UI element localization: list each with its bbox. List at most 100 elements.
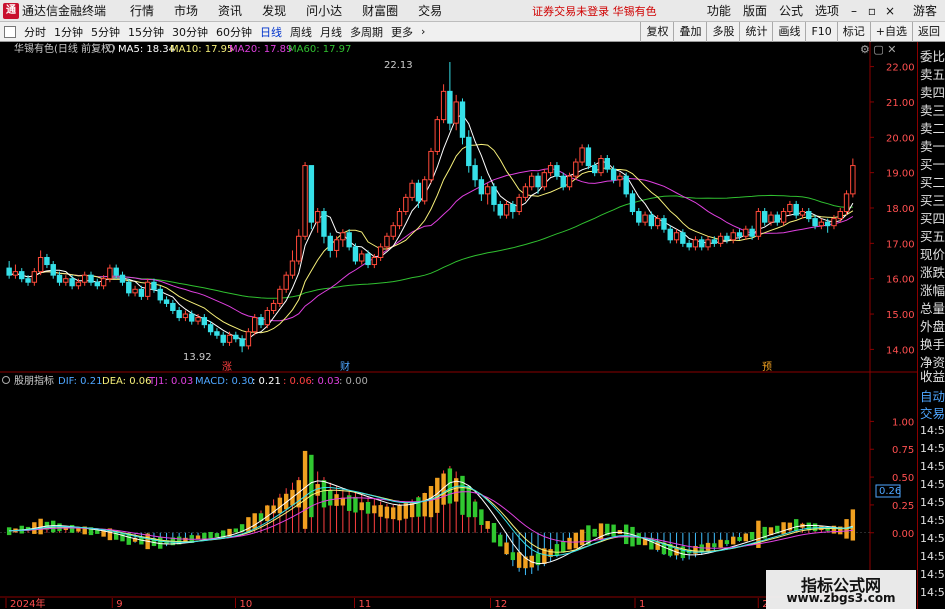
panel-options-icon[interactable]: ⚙ ▢ ✕ [860,43,896,56]
side-label: 卖一 [920,139,945,154]
period-1min[interactable]: 1分钟 [50,24,87,40]
stock-title: 华锡有色(日线 前复权) [14,42,115,55]
tool-stats[interactable]: 统计 [739,21,772,42]
tool-multi-stock[interactable]: 多股 [706,21,739,42]
ma20-line [8,168,854,322]
candle-body [774,214,780,223]
indicator-candle [623,524,629,545]
period-tick[interactable]: 分时 [20,24,50,40]
candle-body [75,281,82,287]
tool-draw[interactable]: 画线 [772,21,805,42]
indicator-candle [397,504,402,521]
candle-body [352,246,359,262]
menu-trade[interactable]: 交易 [408,2,452,19]
candle-body [812,218,818,227]
menu-discover[interactable]: 发现 [252,2,296,19]
period-multi[interactable]: 多周期 [346,24,387,40]
side-label: 涨幅 [920,283,945,298]
candle-body [270,302,277,312]
period-more[interactable]: 更多 [387,24,417,40]
event-tag-finance[interactable]: 财 [340,360,350,373]
event-tag-limit-up[interactable]: 涨 [222,361,232,373]
candle-body [107,267,113,280]
menu-options[interactable]: 选项 [809,2,845,19]
indicator-candle [265,505,270,522]
ma20-label: MA20: 17.89 [229,44,292,55]
candle-body [277,288,283,304]
tool-mark[interactable]: 标记 [836,21,870,42]
indicator-candle [302,450,308,529]
main-annotations: 22.13 13.92 涨 财 预 [183,60,772,373]
candle-body [157,288,163,301]
menu-news[interactable]: 资讯 [208,2,252,19]
macd-label: MACD: 0.30 [195,376,254,387]
toolbar-checkbox[interactable] [4,25,16,38]
tool-add-watchlist[interactable]: +自选 [869,21,912,42]
period-60min[interactable]: 60分钟 [212,24,256,40]
date-tick-label: 12 [495,599,508,609]
trade-label[interactable]: 交易 [920,403,945,422]
guest-user[interactable]: 游客 [899,2,945,19]
indicator-candle [611,524,616,537]
indicator-candle [491,523,497,543]
candle-body [491,186,497,205]
period-15min[interactable]: 15分钟 [124,24,168,40]
minimize-icon[interactable]: – [845,4,863,18]
candle-body [497,203,503,216]
candle-body [730,232,736,241]
tool-back[interactable]: 返回 [912,21,945,42]
indicator-candle [428,485,434,518]
indicator-candle [718,539,723,548]
period-30min[interactable]: 30分钟 [168,24,212,40]
candle-body [799,211,806,216]
indicator-candle [384,506,390,519]
period-daily[interactable]: 日线 [256,24,286,40]
period-5min[interactable]: 5分钟 [87,24,124,40]
candle-body [214,331,220,336]
event-tag-forecast[interactable]: 预 [762,361,772,373]
candle-body [138,288,145,297]
tool-f10[interactable]: F10 [805,21,836,42]
indicator-header: 股朋指标 DIF: 0.21 DEA: 0.06 TJ1: 0.03 MACD:… [2,374,368,387]
indicator-gear-icon[interactable] [2,376,10,384]
candle-body [170,302,176,312]
candle-body [686,242,692,248]
side-label: 总量 [920,301,945,316]
menu-wealth[interactable]: 财富圈 [352,2,408,19]
date-tick-label: 9 [116,599,122,609]
indicator-candle [321,480,327,508]
candle-body [459,101,466,138]
indicator-candle [359,502,364,511]
period-monthly[interactable]: 月线 [316,24,346,40]
menu-quotes[interactable]: 行情 [120,2,164,19]
chart-area[interactable]: 华锡有色(日线 前复权) MA5: 18.34 MA10: 17.95 MA20… [0,42,917,609]
indicator-candle [485,521,490,529]
close-icon[interactable]: × [881,4,899,18]
tool-overlay[interactable]: 叠加 [673,21,706,42]
tool-adjust[interactable]: 复权 [640,21,673,42]
candle-body [711,239,718,244]
candle-body [296,235,302,262]
login-warning[interactable]: 证券交易未登录 华锡有色 [532,3,657,19]
side-label: 卖四 [920,85,945,100]
side-label: 收益 [920,369,945,384]
candle-body [182,313,189,319]
candle-body [377,246,384,258]
restore-icon[interactable]: ▫ [863,4,881,18]
indicator-tick-label: 1.00 [892,417,914,428]
candle-body [239,338,245,347]
menu-function[interactable]: 功能 [701,2,737,19]
menu-layout[interactable]: 版面 [737,2,773,19]
candle-body [327,235,333,251]
candle-body [673,232,680,241]
menu-formula[interactable]: 公式 [773,2,809,19]
menu-market[interactable]: 市场 [164,2,208,19]
candle-body [610,168,617,181]
trade-time: 14:56 [920,514,945,527]
side-label: 买四 [920,211,945,226]
menu-ask[interactable]: 问小达 [296,2,352,19]
candle-body [654,218,661,227]
app-logo-icon: 通 [3,2,19,19]
period-weekly[interactable]: 周线 [286,24,316,40]
more-chevron-icon[interactable]: › [417,25,429,38]
